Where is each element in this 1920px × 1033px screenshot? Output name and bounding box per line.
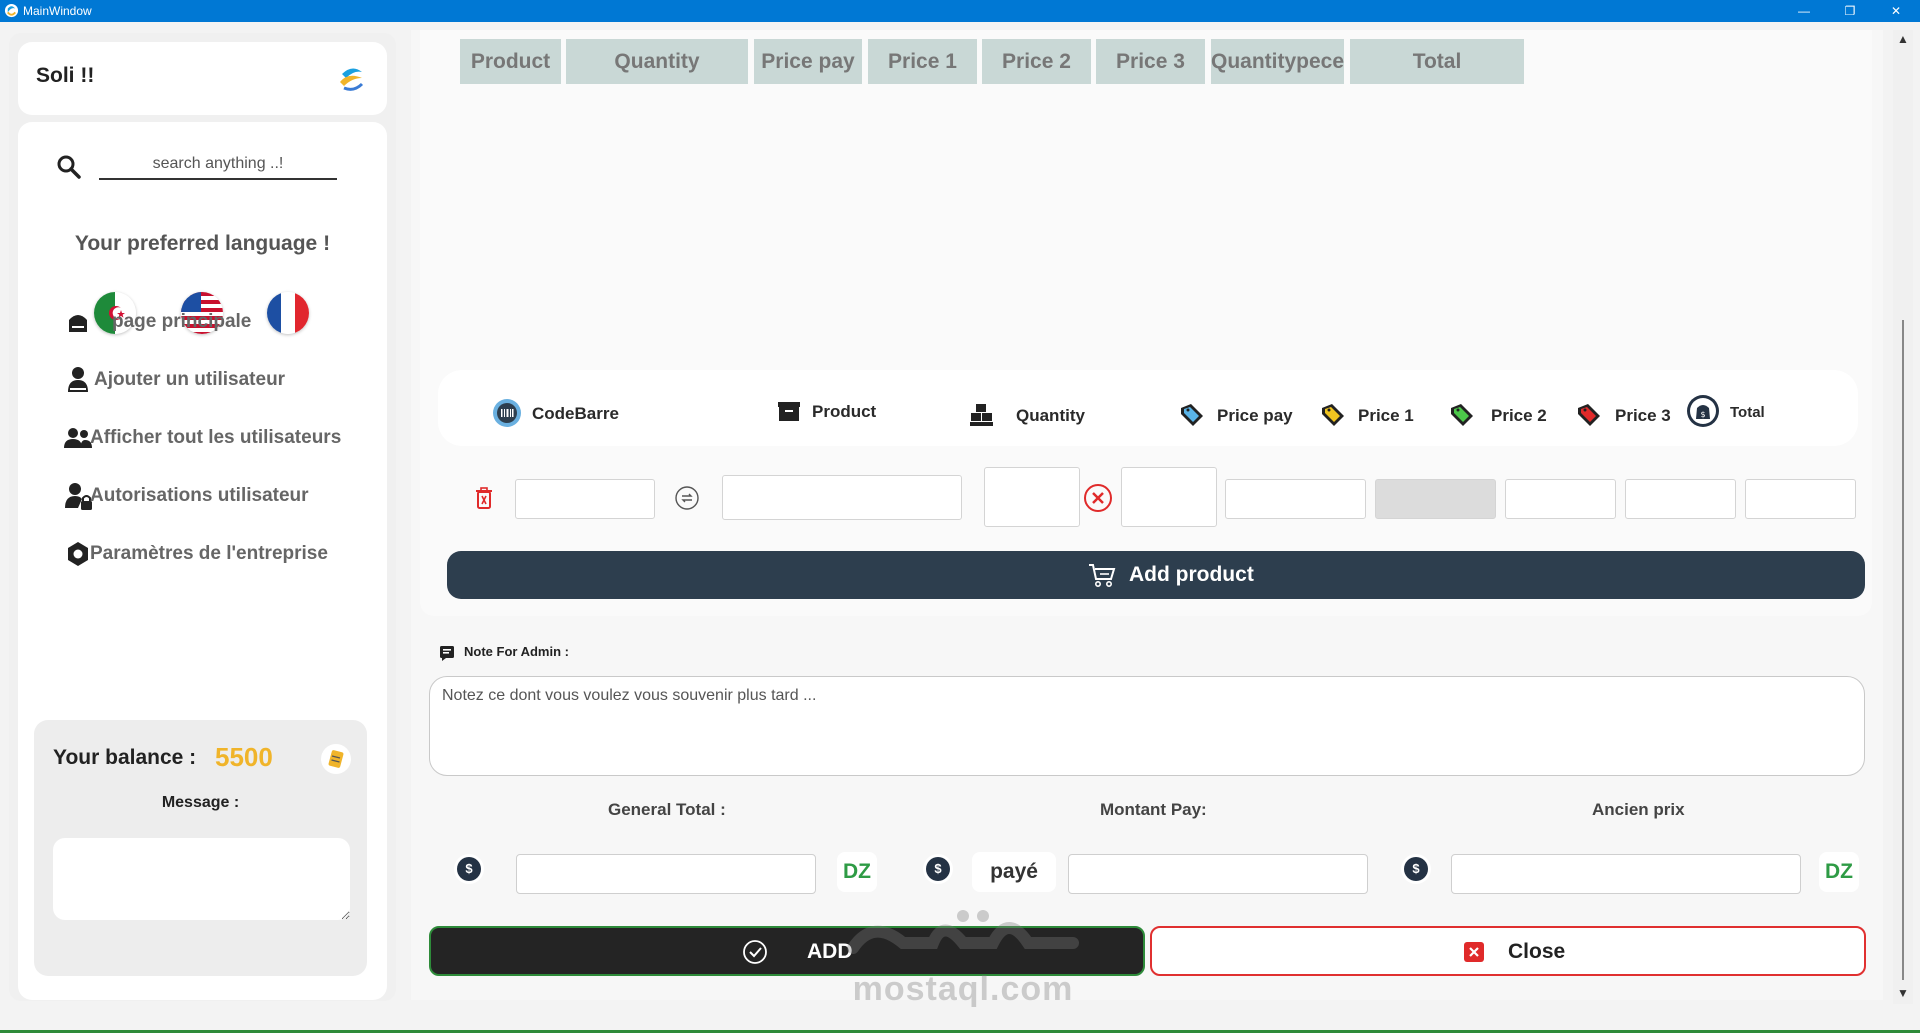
minimize-button[interactable]: — <box>1781 0 1827 22</box>
field-label: Price 2 <box>1491 406 1547 425</box>
field-label: Price pay <box>1217 406 1293 425</box>
barcode-icon <box>493 399 521 427</box>
ancien-prix-label: Ancien prix <box>1592 800 1685 819</box>
maximize-button[interactable]: ❐ <box>1827 0 1873 22</box>
add-product-label: Add product <box>1129 563 1254 586</box>
add-button[interactable]: ADD <box>429 926 1145 976</box>
dollar-icon: $ <box>923 854 953 884</box>
field-label: CodeBarre <box>532 404 619 423</box>
nav-label: page principale <box>112 311 252 332</box>
price-tag-blue-icon <box>1181 404 1203 426</box>
language-title: Your preferred language ! <box>74 232 331 255</box>
total-input[interactable] <box>1745 479 1856 519</box>
dollar-icon: $ <box>454 854 484 884</box>
add-product-button[interactable]: Add product <box>447 551 1865 599</box>
app-icon <box>4 3 19 18</box>
nav-label: Ajouter un utilisateur <box>94 369 286 390</box>
general-total-input[interactable] <box>516 854 816 894</box>
montant-pay-input[interactable] <box>1068 854 1368 894</box>
search-icon[interactable] <box>56 154 82 180</box>
note-label: Note For Admin : <box>464 644 569 659</box>
money-bag-icon: $ <box>1687 395 1719 427</box>
nav-afficher-utilisateurs[interactable]: Afficher tout les utilisateurs <box>18 414 387 462</box>
clear-icon[interactable] <box>1083 483 1113 513</box>
montant-pay-label: Montant Pay: <box>1100 800 1207 819</box>
currency-tag: DZ <box>1819 852 1859 892</box>
brand-card: Soli !! <box>18 42 387 115</box>
table-header-price-2[interactable]: Price 2 <box>982 39 1091 84</box>
close-window-button[interactable]: ✕ <box>1873 0 1919 22</box>
scroll-up-arrow-icon[interactable]: ▲ <box>1893 32 1913 50</box>
sidebar-menu: Your preferred language ! page principal… <box>18 122 387 1000</box>
wallet-icon <box>321 744 351 774</box>
price-2-input[interactable] <box>1505 479 1616 519</box>
balance-label: Your balance : <box>53 746 197 769</box>
table-header-price-1[interactable]: Price 1 <box>868 39 977 84</box>
paid-tag: payé <box>972 852 1056 892</box>
ancien-prix-input[interactable] <box>1451 854 1801 894</box>
price-tag-green-icon <box>1451 404 1473 426</box>
check-circle-icon <box>743 940 767 964</box>
message-label: Message : <box>161 794 240 811</box>
quantity-input[interactable] <box>984 467 1080 527</box>
field-label: Product <box>812 402 877 421</box>
vertical-scrollbar[interactable]: ▲ ▼ <box>1893 30 1913 1004</box>
field-labels-strip: CodeBarre Product Quantity Price pay Pri… <box>438 370 1858 446</box>
price-3-input[interactable] <box>1625 479 1736 519</box>
refresh-icon[interactable] <box>674 485 700 511</box>
currency-tag: DZ <box>837 852 877 892</box>
nav-label: Paramètres de l'entreprise <box>90 543 328 564</box>
table-header-total[interactable]: Total <box>1350 39 1524 84</box>
product-entry-card: Product Quantity Price pay Price 1 Price… <box>420 30 1872 616</box>
trash-icon[interactable] <box>472 485 496 511</box>
nav-autorisations[interactable]: Autorisations utilisateur <box>18 472 387 520</box>
field-label: Total <box>1730 404 1765 421</box>
nav-ajouter-utilisateur[interactable]: Ajouter un utilisateur <box>18 356 387 404</box>
window-title: MainWindow <box>23 4 92 18</box>
product-input[interactable] <box>722 475 962 520</box>
message-field[interactable] <box>53 838 350 920</box>
field-label: Price 3 <box>1615 406 1671 425</box>
price-tag-yellow-icon <box>1322 404 1344 426</box>
price-tag-red-icon <box>1578 404 1600 426</box>
main-panel: Product Quantity Price pay Price 1 Price… <box>411 30 1883 1000</box>
search-input[interactable] <box>99 150 337 180</box>
scroll-thumb[interactable] <box>1902 320 1904 980</box>
dollar-icon: $ <box>1401 854 1431 884</box>
table-header-quantitypece[interactable]: Quantitypece <box>1211 39 1344 84</box>
add-user-icon <box>68 367 88 392</box>
price-1-input[interactable] <box>1375 479 1496 519</box>
cart-icon <box>1089 564 1116 587</box>
table-header-quantity[interactable]: Quantity <box>566 39 748 84</box>
balance-card: Your balance : 5500 Message : <box>34 720 367 976</box>
nav-page-principale[interactable]: page principale <box>18 298 387 346</box>
quantitypece-input[interactable] <box>1121 467 1217 527</box>
close-icon <box>1464 942 1484 962</box>
title-bar: MainWindow — ❐ ✕ <box>0 0 1920 22</box>
brand-name: Soli !! <box>36 64 95 87</box>
codebarre-input[interactable] <box>515 479 655 519</box>
app-logo-icon <box>340 68 364 91</box>
price-pay-input[interactable] <box>1225 479 1366 519</box>
svg-text:$: $ <box>1700 410 1705 419</box>
field-label: Quantity <box>1016 406 1085 425</box>
home-icon <box>69 315 87 332</box>
nav-parametres-entreprise[interactable]: Paramètres de l'entreprise <box>18 530 387 578</box>
admin-note-field[interactable] <box>429 676 1865 776</box>
boxes-stack-icon <box>970 404 993 426</box>
nav-label: Afficher tout les utilisateurs <box>90 427 342 448</box>
balance-value: 5500 <box>215 742 273 772</box>
close-label: Close <box>1508 940 1566 963</box>
add-label: ADD <box>807 940 853 963</box>
note-icon <box>440 646 454 661</box>
table-header-price-3[interactable]: Price 3 <box>1096 39 1205 84</box>
scroll-down-arrow-icon[interactable]: ▼ <box>1893 986 1913 1004</box>
general-total-label: General Total : <box>608 800 726 819</box>
field-label: Price 1 <box>1358 406 1414 425</box>
table-header-price-pay[interactable]: Price pay <box>754 39 862 84</box>
nav-label: Autorisations utilisateur <box>90 485 309 506</box>
table-header-product[interactable]: Product <box>460 39 561 84</box>
close-button[interactable]: Close <box>1150 926 1866 976</box>
box-icon <box>778 402 800 421</box>
